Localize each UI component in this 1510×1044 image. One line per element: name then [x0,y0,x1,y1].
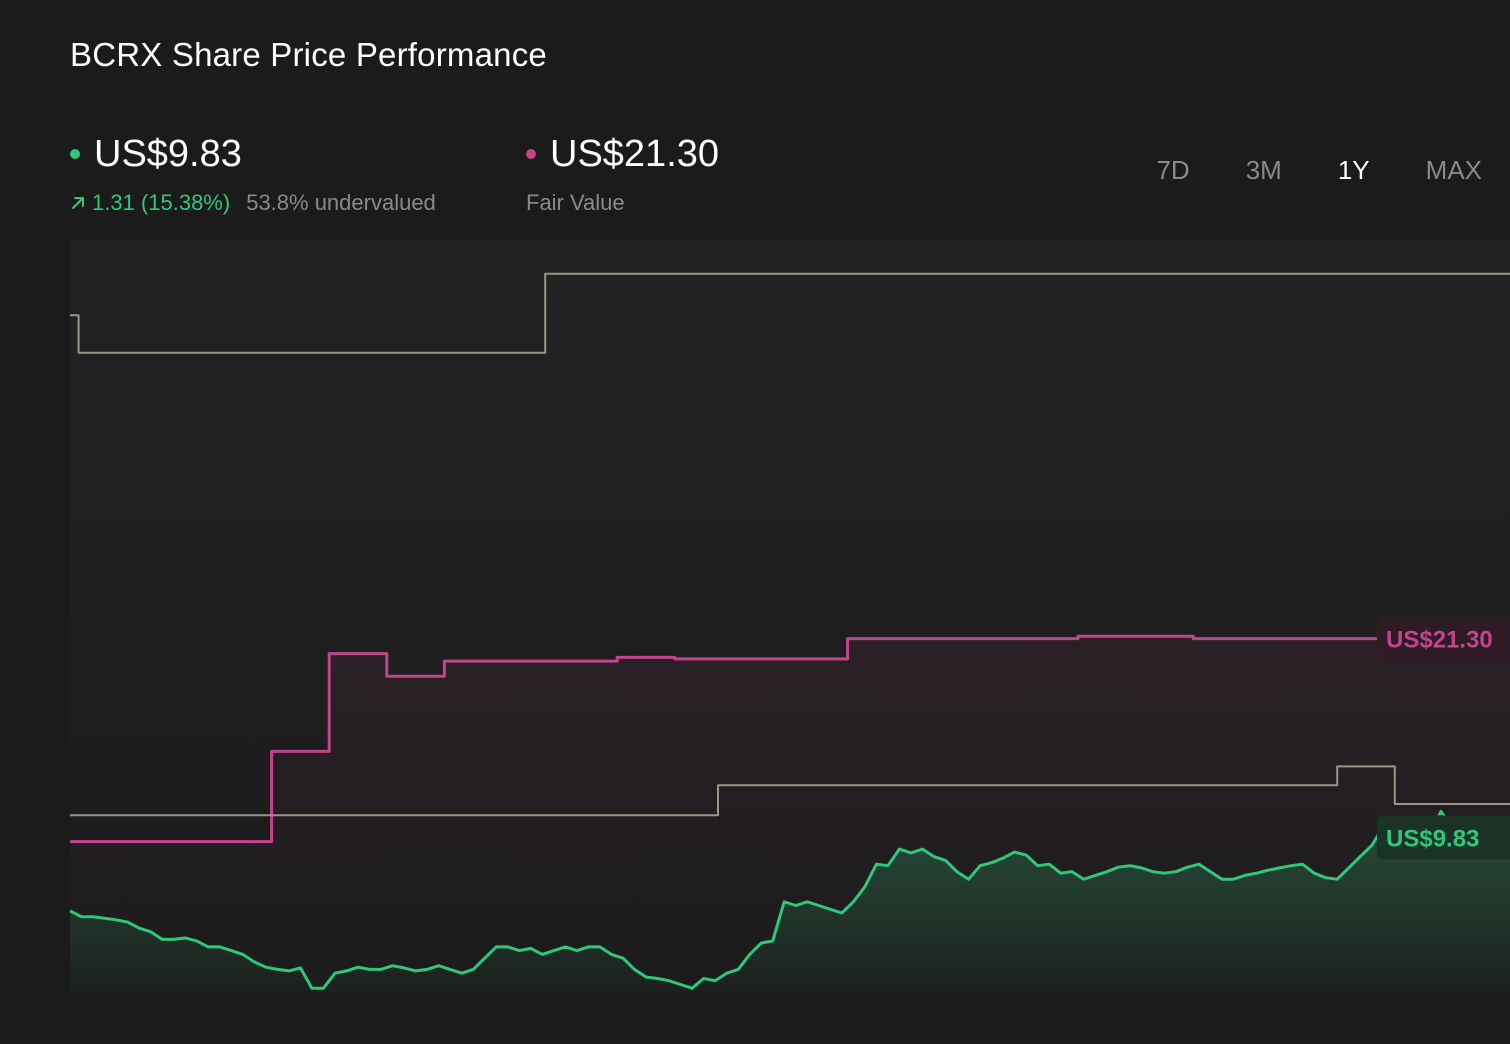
price-chart: US$21.30 US$9.83 [69,240,1510,992]
series-label-3: US$9.83 [1386,825,1479,852]
series-label-0: US$21.30 [1386,627,1493,654]
